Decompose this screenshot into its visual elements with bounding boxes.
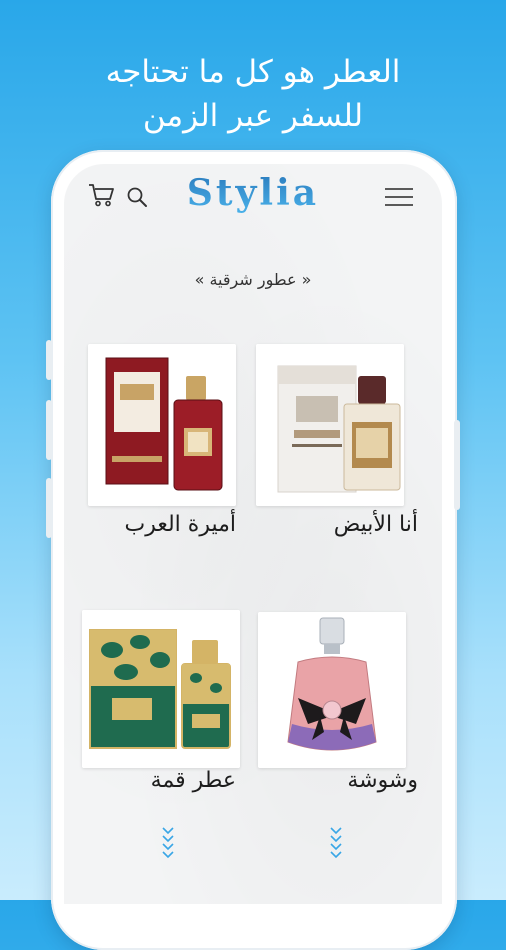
app-screen: Stylia « عطور شرقية » أنا الأبيض أميرة ا… [64, 164, 442, 904]
section-title: « عطور شرقية » [194, 270, 312, 289]
product-card-washwasha[interactable] [258, 612, 406, 768]
product-name[interactable]: أنا الأبيض [334, 512, 418, 537]
product-image [256, 344, 404, 506]
product-name[interactable]: وشوشة [347, 768, 418, 793]
product-name[interactable]: عطر قمة [151, 768, 236, 793]
phone-side-button [46, 400, 52, 460]
product-image [258, 612, 406, 768]
app-header: Stylia [64, 164, 442, 224]
product-image [88, 344, 236, 506]
promo-headline-line1: العطر هو كل ما تحتاجه [105, 54, 401, 90]
phone-side-button [46, 478, 52, 538]
hamburger-menu-icon[interactable] [384, 186, 414, 208]
product-name[interactable]: أميرة العرب [125, 512, 236, 537]
promo-headline: العطر هو كل ما تحتاجه للسفر عبر الزمن [0, 50, 506, 138]
phone-power-button [454, 420, 460, 510]
product-card-ana-al-abyad[interactable] [256, 344, 404, 506]
promo-headline-line2: للسفر عبر الزمن [142, 98, 364, 134]
chevron-down-icon[interactable] [161, 826, 175, 860]
product-card-ameerat-al-arab[interactable] [88, 344, 236, 506]
phone-side-button [46, 340, 52, 380]
product-card-itr-qimma[interactable] [82, 610, 240, 768]
product-image [82, 610, 240, 768]
chevron-down-icon[interactable] [329, 826, 343, 860]
